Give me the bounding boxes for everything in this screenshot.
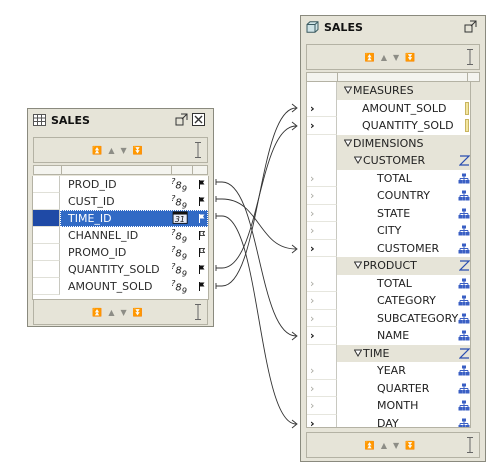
mapping-wires xyxy=(215,103,298,429)
mapping-line[interactable] xyxy=(216,107,297,287)
wire-stub xyxy=(215,196,222,202)
wire-stub xyxy=(215,179,222,185)
wire-stub xyxy=(215,283,222,289)
mapping-line[interactable] xyxy=(216,181,297,337)
wire-stub xyxy=(215,213,222,219)
mapping-line[interactable] xyxy=(216,198,297,250)
wire-stub xyxy=(215,265,222,271)
